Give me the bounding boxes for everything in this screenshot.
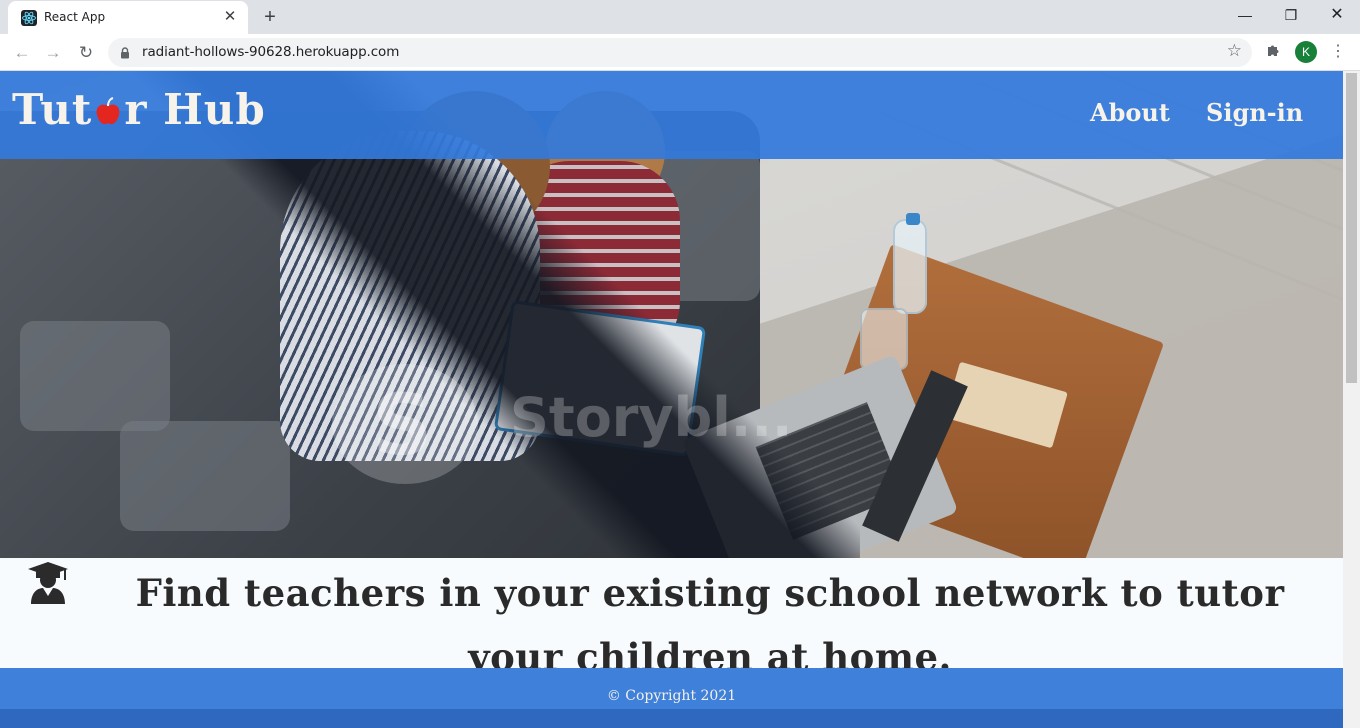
tab-title: React App <box>44 10 106 24</box>
forward-arrow-icon[interactable]: → <box>40 40 66 66</box>
site-footer: © Copyright 2021 <box>0 668 1343 728</box>
window-close-button[interactable]: ✕ <box>1314 0 1360 30</box>
logo-text-right: r Hub <box>124 85 266 134</box>
watermark-mark: S <box>372 376 433 474</box>
nav-signin-link[interactable]: Sign-in <box>1206 98 1303 127</box>
new-tab-button[interactable]: + <box>258 5 282 29</box>
tagline-section: Find teachers in your existing school ne… <box>0 558 1343 679</box>
address-bar[interactable]: radiant-hollows-90628.herokuapp.com ☆ <box>108 38 1252 67</box>
react-logo-icon <box>21 10 37 26</box>
site-header: Tut r Hub About Sign-in <box>0 71 1343 159</box>
scrollbar-thumb[interactable] <box>1346 73 1357 383</box>
page-viewport: S Storybl... Tut r Hub About Sign-in Fin… <box>0 71 1343 728</box>
puzzle-icon[interactable] <box>1262 42 1284 64</box>
site-logo[interactable]: Tut r Hub <box>12 85 266 134</box>
graduate-user-icon <box>28 562 68 604</box>
apple-icon <box>93 97 123 127</box>
water-bottle <box>893 219 927 314</box>
back-arrow-icon[interactable]: ← <box>9 40 35 66</box>
footer-strip <box>0 709 1343 728</box>
browser-tab[interactable]: React App ✕ <box>8 1 248 34</box>
url-text[interactable]: radiant-hollows-90628.herokuapp.com <box>142 44 399 60</box>
copyright-text: © Copyright 2021 <box>606 688 737 704</box>
bottle-cap <box>906 213 920 225</box>
browser-tabstrip: React App ✕ + — ❐ ✕ <box>0 0 1360 34</box>
kebab-menu-icon[interactable]: ⋮ <box>1330 41 1346 63</box>
logo-text-left: Tut <box>12 85 93 134</box>
tab-close-icon[interactable]: ✕ <box>220 7 240 27</box>
browser-toolbar: ← → ↻ radiant-hollows-90628.herokuapp.co… <box>0 34 1360 71</box>
profile-avatar[interactable]: K <box>1295 41 1317 63</box>
page-scrollbar[interactable] <box>1343 71 1360 728</box>
lock-icon[interactable] <box>120 46 130 59</box>
watermark-text: Storybl... <box>510 386 793 449</box>
window-minimize-button[interactable]: — <box>1222 0 1268 30</box>
nav-about-link[interactable]: About <box>1090 98 1170 127</box>
reload-icon[interactable]: ↻ <box>73 40 99 66</box>
star-icon[interactable]: ☆ <box>1227 41 1242 61</box>
window-restore-button[interactable]: ❐ <box>1268 0 1314 30</box>
